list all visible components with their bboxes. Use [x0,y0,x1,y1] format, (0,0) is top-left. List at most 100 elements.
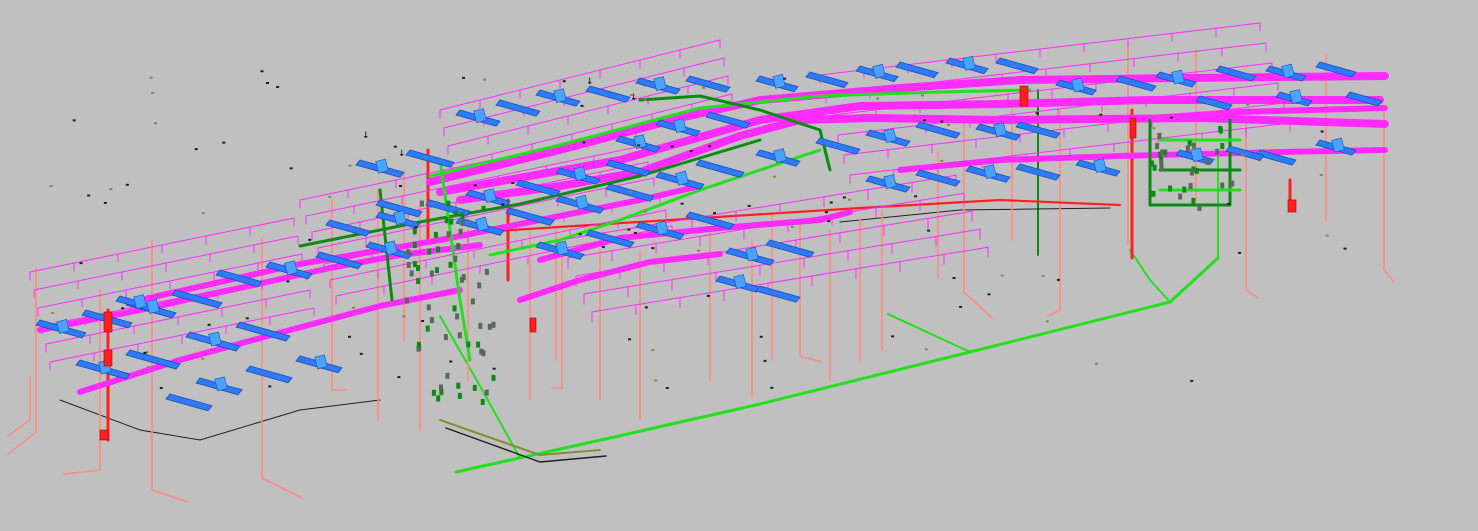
salmon-riser-21 [963,119,993,319]
equipment-tick-22 [146,366,150,369]
riser-cluster-left-47 [443,334,448,341]
equipment-tick-103 [1325,234,1329,237]
riser-cluster-left-35 [478,322,483,329]
equipment-tick-65 [1099,113,1103,116]
equipment-tick-42 [473,184,477,187]
riser-cluster-left-34 [436,395,441,402]
equipment-tick-93 [914,195,918,198]
equipment-tick-23 [359,352,363,355]
riser-cluster-right-3 [1197,204,1202,211]
equipment-tick-20 [245,317,249,320]
riser-cluster-left-7 [484,389,489,396]
riser-cluster-left-39 [426,304,431,311]
riser-cluster-left-12 [457,392,462,399]
red-valve-block-3 [1019,85,1029,107]
equipment-tick-32 [627,228,631,231]
equipment-tick-78 [79,262,83,265]
equipment-tick-114 [578,233,582,236]
equipment-tick-5 [829,201,833,204]
riser-cluster-left-18 [416,341,421,348]
equipment-tick-105 [286,280,290,283]
mep-isometric-scene: ↓ ↓ ↓ ↓ [7,22,1395,503]
equipment-tick-3 [633,232,637,234]
riser-cluster-right-29 [1188,183,1193,190]
riser-cluster-left-54 [460,212,465,219]
riser-cluster-left-42 [449,218,454,225]
riser-cluster-left-49 [420,200,424,207]
riser-cluster-left-40 [456,243,461,250]
salmon-riser-25 [1245,109,1259,299]
equipment-tick-95 [713,212,716,215]
salmon-riser-22 [1047,109,1061,317]
equipment-tick-110 [501,203,505,206]
blue-supply-duct-40 [405,149,455,168]
equipment-tick-38 [1190,379,1194,382]
blue-supply-duct-62 [915,121,961,139]
3d-mep-model-viewport[interactable]: ↓ ↓ ↓ ↓ [0,0,1478,531]
riser-cluster-left-37 [446,231,451,238]
riser-cluster-left-41 [457,332,462,339]
equipment-tick-111 [1238,251,1242,254]
equipment-tick-16 [940,159,944,162]
riser-cluster-right-1 [1155,143,1160,150]
equipment-tick-70 [51,312,55,314]
riser-cluster-right-25 [1215,148,1220,155]
riser-cluster-right-20 [1168,185,1173,192]
equipment-tick-120 [562,80,566,83]
equipment-tick-98 [665,387,669,389]
equipment-tick-73 [1000,274,1004,277]
equipment-tick-102 [462,76,465,79]
riser-cluster-right-13 [1191,142,1196,149]
equipment-tick-54 [987,293,991,296]
equipment-tick-81 [747,204,751,207]
riser-cluster-right-14 [1220,143,1225,149]
equipment-tick-87 [706,294,710,297]
equipment-tick-18 [637,144,641,147]
equipment-tick-24 [670,145,674,148]
red-valve-block-2 [103,349,113,367]
equipment-tick-48 [159,387,163,389]
red-valve-block-4 [1287,199,1297,213]
equipment-tick-19 [773,175,776,178]
riser-cluster-left-29 [445,372,450,379]
flow-marker-4: ↓ [398,149,406,159]
equipment-tick-100 [947,123,951,126]
blue-supply-duct-12 [165,393,213,412]
equipment-tick-82 [201,357,205,360]
equipment-tick-31 [1319,174,1323,176]
riser-cluster-left-48 [491,374,496,381]
equipment-tick-86 [1227,203,1231,205]
riser-cluster-left-2 [481,205,486,212]
equipment-tick-36 [1035,112,1039,115]
equipment-tick-7 [921,94,924,97]
equipment-tick-53 [72,119,76,122]
riser-cluster-left-27 [439,384,443,391]
equipment-tick-88 [1095,362,1098,365]
riser-cluster-left-58 [466,341,471,348]
equipment-tick-107 [449,360,453,363]
equipment-tick-80 [763,359,767,362]
equipment-tick-55 [924,348,928,351]
riser-cluster-right-18 [1187,140,1192,147]
equipment-tick-76 [151,91,155,94]
equipment-tick-37 [402,315,406,318]
equipment-tick-116 [121,307,125,310]
riser-cluster-left-36 [453,210,458,217]
riser-cluster-left-55 [461,274,466,281]
riser-cluster-left-17 [429,317,434,324]
equipment-tick-41 [783,77,787,80]
equipment-tick-63 [125,183,129,186]
grid-lower-row-4 [591,246,989,313]
equipment-tick-30 [952,277,956,279]
equipment-tick-68 [580,104,584,107]
equipment-tick-62 [414,226,418,229]
riser-cluster-left-57 [458,228,463,235]
riser-cluster-right-16 [1191,197,1196,204]
riser-cluster-right-9 [1178,193,1183,200]
riser-cluster-left-44 [446,200,451,207]
riser-cluster-left-60 [416,265,420,272]
riser-cluster-left-19 [491,321,496,328]
equipment-tick-47 [824,211,828,214]
riser-cluster-left-14 [433,231,438,238]
equipment-tick-35 [393,145,397,148]
